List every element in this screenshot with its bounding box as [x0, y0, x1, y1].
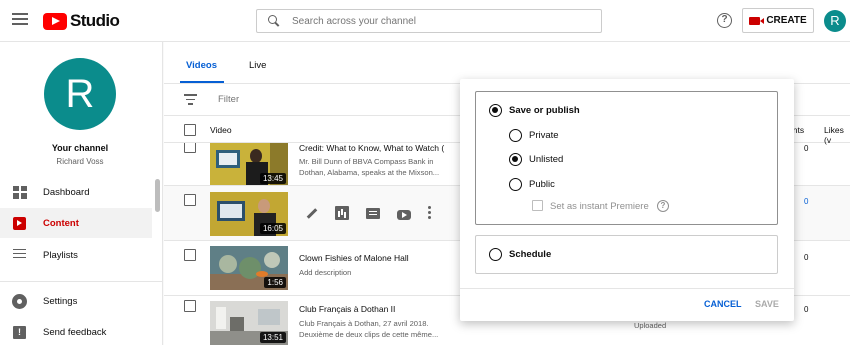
tab-videos[interactable]: Videos [186, 60, 217, 71]
unlisted-label: Unlisted [529, 154, 564, 165]
edit-icon[interactable] [304, 206, 318, 220]
save-button[interactable]: SAVE [755, 299, 779, 309]
video-thumbnail[interactable]: 13:45 [210, 143, 288, 185]
premiere-help-icon[interactable]: ? [657, 200, 669, 212]
analytics-icon[interactable] [335, 206, 349, 220]
schedule-section[interactable]: Schedule [475, 235, 778, 274]
more-options-icon[interactable] [428, 206, 432, 220]
select-all-checkbox[interactable] [184, 124, 196, 136]
gear-icon [13, 294, 26, 308]
visibility-dialog: Save or publish Private Unlisted Public … [460, 79, 794, 321]
private-radio[interactable] [509, 129, 522, 142]
sidebar-item-label: Dashboard [43, 186, 90, 198]
video-thumbnail[interactable]: 13:51 [210, 301, 288, 345]
sidebar-item-send-feedback[interactable]: Send feedback [0, 317, 152, 345]
dashboard-icon [13, 185, 27, 199]
create-button[interactable]: CREATE [742, 8, 814, 33]
sidebar-item-label: Settings [43, 295, 78, 307]
comment-count[interactable]: 0 [804, 197, 808, 206]
menu-icon[interactable] [12, 13, 28, 27]
comment-count: 0 [804, 305, 809, 314]
create-label: CREATE [766, 15, 807, 26]
column-header-video: Video [210, 125, 232, 135]
video-duration: 1:56 [264, 277, 286, 288]
comment-count: 0 [804, 144, 809, 153]
video-description: Club Français à Dothan, 27 avril 2018. D… [299, 319, 439, 339]
filter-icon[interactable] [184, 94, 197, 105]
channel-name: Richard Voss [56, 157, 104, 166]
save-or-publish-section[interactable]: Save or publish Private Unlisted Public … [475, 91, 778, 225]
video-duration: 16:05 [259, 223, 286, 234]
instant-premiere-checkbox[interactable] [532, 200, 543, 211]
channel-title: Your channel [51, 143, 109, 153]
row-checkbox[interactable] [184, 300, 196, 312]
sidebar: R Your channel Richard Voss Dashboard Co… [0, 42, 163, 345]
schedule-label: Schedule [509, 249, 552, 260]
dialog-footer-divider [460, 288, 794, 289]
sidebar-item-label: Content [43, 217, 79, 229]
search-icon[interactable] [268, 15, 280, 27]
row-checkbox[interactable] [184, 143, 196, 153]
video-title[interactable]: Clown Fishies of Malone Hall [299, 253, 449, 263]
sidebar-divider [0, 281, 162, 282]
unlisted-radio[interactable] [509, 153, 522, 166]
cancel-button[interactable]: CANCEL [704, 299, 742, 309]
sidebar-item-playlists[interactable]: Playlists [0, 240, 152, 270]
comments-icon[interactable] [366, 207, 380, 219]
sidebar-item-label: Playlists [43, 249, 78, 261]
youtube-logo-icon [43, 12, 67, 30]
logo-text: Studio [70, 11, 120, 30]
video-thumbnail[interactable]: 16:05 [210, 192, 288, 236]
add-description-link[interactable]: Add description [299, 267, 449, 278]
row-actions [304, 206, 449, 220]
save-or-publish-radio[interactable] [489, 104, 502, 117]
filter-input[interactable]: Filter [218, 94, 239, 105]
help-icon[interactable]: ? [717, 13, 732, 28]
video-description: Mr. Bill Dunn of BBVA Compass Bank in Do… [299, 157, 440, 177]
video-title[interactable]: Credit: What to Know, What to Watch ( [299, 143, 449, 153]
video-title[interactable]: Club Français à Dothan II [299, 304, 449, 314]
instant-premiere-label: Set as instant Premiere [550, 201, 649, 212]
video-duration: 13:45 [259, 173, 286, 184]
sidebar-item-settings[interactable]: Settings [0, 286, 152, 316]
youtube-play-icon[interactable] [397, 210, 411, 220]
content-icon [13, 216, 26, 230]
private-label: Private [529, 130, 559, 141]
public-label: Public [529, 179, 555, 190]
comment-count: 0 [804, 253, 809, 262]
row-checkbox[interactable] [184, 249, 196, 261]
upload-status: Uploaded [634, 321, 667, 330]
column-header-likes[interactable]: Likes (v [824, 125, 850, 145]
search-input[interactable] [292, 15, 582, 27]
sidebar-item-dashboard[interactable]: Dashboard [0, 177, 152, 207]
tab-live[interactable]: Live [249, 60, 266, 71]
sidebar-item-content[interactable]: Content [0, 208, 152, 238]
search-bar[interactable] [256, 9, 602, 33]
video-thumbnail[interactable]: 1:56 [210, 246, 288, 290]
studio-logo[interactable]: Studio [43, 11, 120, 31]
video-camera-icon [749, 16, 765, 25]
video-duration: 13:51 [259, 332, 286, 343]
public-radio[interactable] [509, 178, 522, 191]
channel-avatar[interactable]: R [44, 58, 116, 130]
save-or-publish-label: Save or publish [509, 105, 580, 116]
sidebar-item-label: Send feedback [43, 326, 107, 338]
row-checkbox[interactable] [184, 194, 196, 206]
sidebar-scrollbar[interactable] [155, 179, 160, 212]
top-bar: Studio ? CREATE R [0, 0, 850, 42]
account-avatar[interactable]: R [824, 10, 846, 32]
schedule-radio[interactable] [489, 248, 502, 261]
playlists-icon [13, 248, 26, 262]
feedback-icon [13, 325, 26, 339]
